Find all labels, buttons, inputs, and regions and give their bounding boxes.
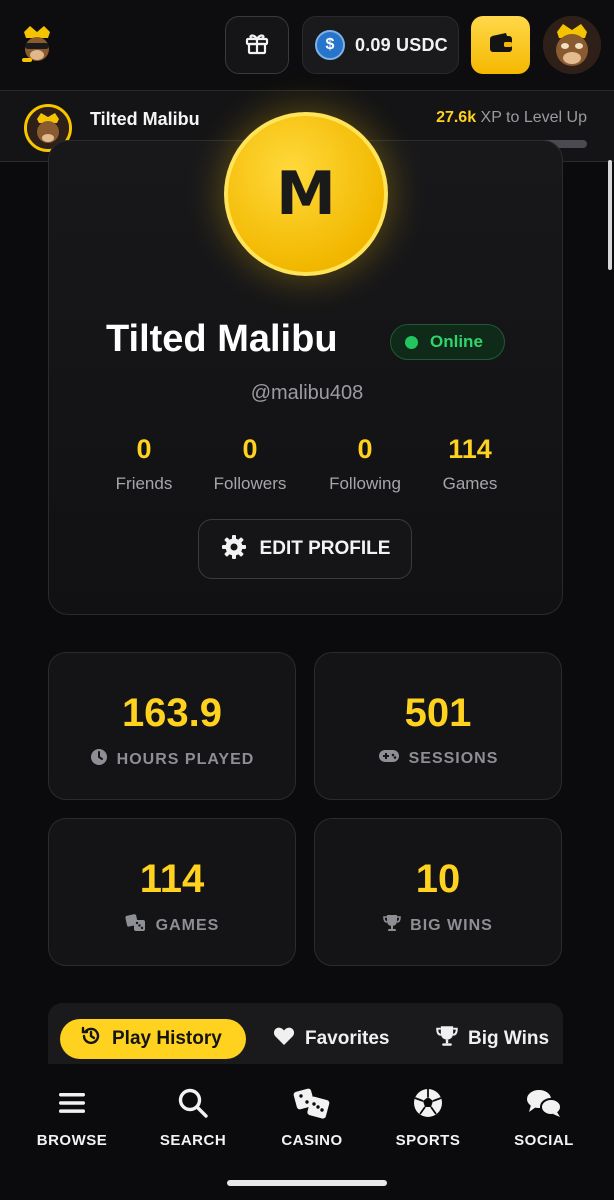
stat-label: Following: [329, 474, 401, 493]
nav-label: BROWSE: [36, 1132, 108, 1149]
stat-friends[interactable]: 0 Friends: [84, 434, 204, 494]
menu-icon: [22, 1084, 122, 1122]
nav-label: SEARCH: [159, 1132, 227, 1149]
edit-profile-button[interactable]: EDIT PROFILE: [198, 519, 412, 579]
scrollbar[interactable]: [608, 160, 612, 270]
avatar-initial: M: [276, 159, 336, 229]
top-bar: $ 0.09 USDC: [0, 0, 614, 90]
home-indicator[interactable]: [227, 1180, 387, 1186]
usdc-coin-icon: $: [315, 30, 345, 60]
clock-icon: [90, 748, 108, 771]
stat-following[interactable]: 0 Following: [305, 434, 425, 494]
level-username: Tilted Malibu: [90, 109, 200, 129]
nav-label: SOCIAL: [514, 1132, 574, 1149]
xp-to-level-text: 27.6k XP to Level Up: [436, 109, 587, 127]
online-dot: [405, 335, 418, 349]
chat-bubbles-icon: [494, 1084, 594, 1122]
nav-label: CASINO: [281, 1132, 343, 1149]
tab-label: Play History: [112, 1028, 222, 1049]
stat-label: Friends: [115, 474, 173, 493]
tile-games: 114 GAMES: [48, 818, 296, 966]
tile-sessions: 501 SESSIONS: [314, 652, 562, 800]
trophy-icon: [383, 914, 401, 937]
tile-label: GAMES: [155, 916, 220, 934]
tab-play-history[interactable]: Play History: [60, 1019, 246, 1059]
balance-amount: 0.09 USDC: [355, 34, 448, 55]
soccer-ball-icon: [378, 1084, 478, 1122]
tab-label: Favorites: [305, 1028, 390, 1049]
gear-icon: [220, 533, 248, 566]
gift-icon: [244, 30, 270, 61]
stat-label: Games: [442, 474, 498, 493]
stat-value: 114: [448, 434, 492, 464]
tile-label: BIG WINS: [410, 916, 493, 934]
nav-label: SPORTS: [395, 1132, 461, 1149]
profile-name: Tilted Malibu: [106, 318, 338, 360]
status-badge: Online: [390, 324, 505, 360]
gamepad-icon: [378, 748, 400, 769]
tile-value: 163.9: [121, 691, 223, 735]
stat-followers[interactable]: 0 Followers: [190, 434, 310, 494]
stat-value: 0: [242, 434, 258, 464]
tile-value: 114: [139, 857, 205, 901]
user-avatar[interactable]: [543, 16, 601, 74]
tab-favorites[interactable]: Favorites: [273, 1019, 389, 1059]
wallet-icon: [488, 32, 514, 59]
stat-label: Followers: [213, 474, 287, 493]
tab-label: Big Wins: [468, 1028, 550, 1049]
xp-amount: 27.6k: [436, 109, 477, 126]
stat-value: 0: [357, 434, 373, 464]
dice-icon: [262, 1084, 362, 1122]
xp-suffix: XP to Level Up: [476, 109, 587, 126]
gift-button[interactable]: [225, 16, 289, 74]
balance-button[interactable]: $ 0.09 USDC: [302, 16, 459, 74]
tab-big-wins[interactable]: Big Wins: [436, 1019, 549, 1059]
tile-value: 10: [415, 857, 461, 901]
profile-handle: @malibu408: [250, 382, 364, 404]
nav-browse[interactable]: BROWSE: [22, 1084, 122, 1149]
stat-value: 0: [136, 434, 152, 464]
tile-big-wins: 10 BIG WINS: [314, 818, 562, 966]
tile-caption: SESSIONS: [315, 748, 561, 769]
nav-sports[interactable]: SPORTS: [378, 1084, 478, 1149]
nav-casino[interactable]: CASINO: [262, 1084, 362, 1149]
tile-caption: HOURS PLAYED: [49, 748, 295, 771]
heart-icon: [273, 1026, 295, 1052]
nav-social[interactable]: SOCIAL: [494, 1084, 594, 1149]
trophy-icon: [436, 1025, 458, 1053]
stat-games[interactable]: 114 Games: [410, 434, 530, 494]
profile-avatar: M: [224, 112, 388, 276]
status-text: Online: [430, 332, 483, 351]
dice-icon: [125, 914, 147, 937]
tile-caption: GAMES: [49, 914, 295, 937]
history-icon: [80, 1025, 102, 1053]
tile-label: SESSIONS: [408, 749, 499, 767]
edit-profile-label: EDIT PROFILE: [259, 538, 391, 559]
app-logo[interactable]: [16, 22, 58, 66]
profile-tabs: Play History Favorites Big Wins: [48, 1003, 563, 1065]
tile-value: 501: [404, 691, 472, 735]
tile-label: HOURS PLAYED: [116, 750, 255, 768]
tile-caption: BIG WINS: [315, 914, 561, 937]
tile-hours-played: 163.9 HOURS PLAYED: [48, 652, 296, 800]
search-icon: [143, 1084, 243, 1122]
wallet-button[interactable]: [471, 16, 530, 74]
nav-search[interactable]: SEARCH: [143, 1084, 243, 1149]
